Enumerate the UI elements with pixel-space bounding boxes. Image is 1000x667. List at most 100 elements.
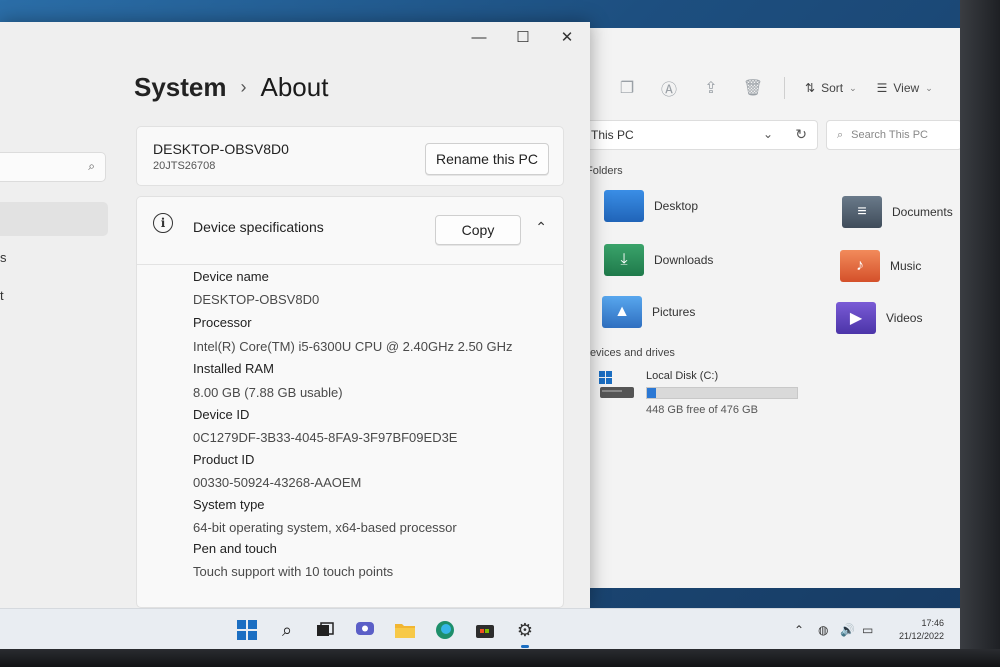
- pc-name-card: DESKTOP-OBSV8D0 20JTS26708 Rename this P…: [136, 126, 564, 186]
- chat-icon[interactable]: [352, 617, 378, 643]
- folder-label: Downloads: [654, 253, 714, 267]
- sort-label: Sort: [821, 81, 844, 95]
- sort-button[interactable]: ⇅ Sort ⌄: [805, 81, 857, 95]
- toolbar-divider: [784, 77, 785, 99]
- rename-icon[interactable]: Ⓐ: [658, 77, 680, 99]
- nav-item-fragment[interactable]: s: [0, 250, 7, 265]
- rename-pc-button[interactable]: Rename this PC: [425, 143, 549, 175]
- drive-local-disk-c[interactable]: Local Disk (C:) 448 GB free of 476 GB: [598, 368, 818, 418]
- copy-icon[interactable]: ❐: [616, 77, 638, 99]
- folder-label: Desktop: [654, 199, 699, 213]
- spec-value-installed-ram: 8.00 GB (7.88 GB usable): [193, 385, 343, 400]
- spec-value-processor: Intel(R) Core(TM) i5-6300U CPU @ 2.40GHz…: [193, 339, 513, 354]
- folder-label: Music: [890, 259, 922, 273]
- file-explorer-window: ❐ Ⓐ ⇪ 🗑 ⇅ Sort ⌄ ☰ View ⌄ This PC ⌄ ↻ ⌕ …: [560, 28, 962, 588]
- view-icon: ☰: [876, 81, 888, 95]
- spec-label-device-id: Device ID: [193, 407, 250, 422]
- folder-label: Pictures: [652, 305, 696, 319]
- folder-label: Videos: [886, 311, 923, 325]
- folder-pictures[interactable]: ▲ Pictures: [602, 296, 695, 328]
- section-title: Device specifications: [193, 219, 324, 235]
- chevron-down-icon: ⌄: [849, 82, 857, 93]
- folder-videos[interactable]: ▶ Videos: [836, 302, 922, 334]
- device-specifications-card: i Device specifications Copy ⌃ Device na…: [136, 196, 564, 608]
- nav-item-system[interactable]: [0, 202, 108, 236]
- battery-icon[interactable]: ▭: [862, 623, 873, 637]
- monitor-bezel-bottom: [0, 649, 1000, 667]
- sort-icon: ⇅: [805, 81, 816, 95]
- spec-label-pen-and-touch: Pen and touch: [193, 541, 277, 556]
- chevron-down-icon[interactable]: ⌄: [763, 127, 773, 141]
- search-box[interactable]: ⌕ Search This PC: [826, 120, 962, 150]
- desktop-folder-icon: [604, 190, 644, 222]
- store-icon[interactable]: [472, 617, 498, 643]
- folder-music[interactable]: ♪ Music: [840, 250, 921, 282]
- folder-desktop[interactable]: Desktop: [604, 190, 698, 222]
- windows-logo-icon: [237, 620, 257, 640]
- settings-gear-icon[interactable]: ⚙: [512, 617, 538, 648]
- chevron-up-icon[interactable]: ⌃: [535, 219, 547, 236]
- spec-label-product-id: Product ID: [193, 452, 255, 467]
- network-icon[interactable]: ◍: [818, 623, 828, 637]
- edge-browser-icon[interactable]: [432, 617, 458, 643]
- chevron-right-icon: ›: [240, 77, 247, 97]
- drive-usage-bar: [646, 387, 798, 399]
- device-specifications-header[interactable]: i Device specifications Copy ⌃: [137, 197, 563, 265]
- info-icon: i: [153, 213, 173, 233]
- drive-name: Local Disk (C:): [646, 370, 719, 382]
- clock[interactable]: 17:46 21/12/2022: [899, 617, 944, 643]
- search-placeholder: Search This PC: [851, 129, 928, 141]
- screen: ❐ Ⓐ ⇪ 🗑 ⇅ Sort ⌄ ☰ View ⌄ This PC ⌄ ↻ ⌕ …: [0, 0, 962, 650]
- spec-label-installed-ram: Installed RAM: [193, 361, 274, 376]
- copy-button[interactable]: Copy: [435, 215, 521, 245]
- refresh-icon[interactable]: ↻: [795, 126, 807, 143]
- folder-downloads[interactable]: ⤓ Downloads: [604, 244, 713, 276]
- pictures-folder-icon: ▲: [602, 296, 642, 328]
- documents-folder-icon: ≡: [842, 196, 882, 228]
- folders-section-label: Folders: [586, 165, 623, 177]
- page-title: About: [260, 72, 329, 102]
- pc-model: 20JTS26708: [153, 160, 216, 172]
- breadcrumb-parent[interactable]: System: [134, 72, 227, 103]
- explorer-toolbar: ❐ Ⓐ ⇪ 🗑 ⇅ Sort ⌄ ☰ View ⌄: [560, 68, 962, 108]
- close-button[interactable]: ✕: [552, 24, 582, 50]
- spec-value-device-id: 0C1279DF-3B33-4045-8FA9-3F97BF09ED3E: [193, 430, 458, 445]
- clock-time: 17:46: [921, 618, 944, 628]
- chevron-up-icon[interactable]: ⌃: [794, 623, 804, 637]
- spec-value-pen-and-touch: Touch support with 10 touch points: [193, 564, 394, 579]
- nav-item-fragment[interactable]: t: [0, 288, 4, 303]
- view-label: View: [893, 81, 920, 95]
- search-icon[interactable]: ⌕: [274, 617, 300, 643]
- address-bar[interactable]: This PC ⌄ ↻: [582, 120, 818, 150]
- address-text: This PC: [591, 128, 634, 142]
- volume-icon[interactable]: 🔊: [840, 623, 855, 637]
- minimize-button[interactable]: —: [464, 24, 494, 50]
- share-icon[interactable]: ⇪: [700, 77, 722, 99]
- spec-value-product-id: 00330-50924-43268-AAOEM: [193, 475, 362, 490]
- clock-date: 21/12/2022: [898, 631, 944, 641]
- view-button[interactable]: ☰ View ⌄: [877, 81, 933, 95]
- drives-section-label: Devices and drives: [582, 347, 675, 359]
- monitor-bezel-right: [960, 0, 1000, 667]
- spec-value-device-name: DESKTOP-OBSV8D0: [193, 292, 320, 307]
- settings-search-box[interactable]: ⌕: [0, 152, 106, 182]
- task-view-icon[interactable]: [312, 617, 338, 643]
- drive-icon: [599, 371, 634, 398]
- downloads-folder-icon: ⤓: [604, 244, 644, 276]
- spec-label-device-name: Device name: [193, 269, 269, 284]
- search-icon: ⌕: [837, 128, 844, 141]
- delete-icon[interactable]: 🗑: [742, 77, 764, 99]
- maximize-button[interactable]: ☐: [508, 24, 538, 50]
- videos-folder-icon: ▶: [836, 302, 876, 334]
- music-folder-icon: ♪: [840, 250, 880, 282]
- spec-label-system-type: System type: [193, 497, 265, 512]
- spec-label-processor: Processor: [193, 315, 252, 330]
- chevron-down-icon: ⌄: [925, 82, 933, 93]
- pc-name: DESKTOP-OBSV8D0: [153, 141, 289, 157]
- search-icon: ⌕: [88, 159, 95, 173]
- start-button[interactable]: [234, 617, 260, 643]
- folder-label: Documents: [892, 205, 953, 219]
- taskbar: ⌕ ⚙ ⌃ ◍ 🔊 ▭ 17:46 21/12/2022: [0, 608, 962, 650]
- folder-documents[interactable]: ≡ Documents: [842, 196, 953, 228]
- file-explorer-taskbar-icon[interactable]: [392, 617, 418, 643]
